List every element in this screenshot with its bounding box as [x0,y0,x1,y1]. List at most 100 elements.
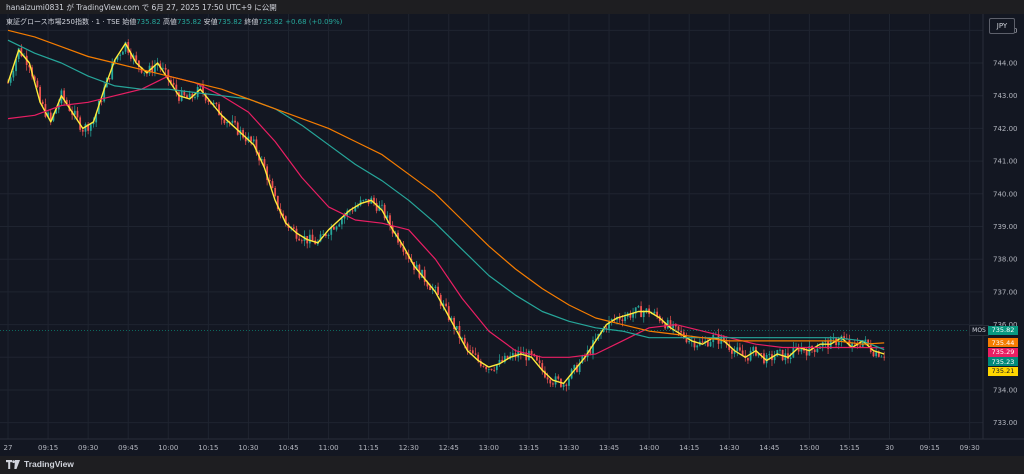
candle-body [816,348,819,352]
candle-body [485,366,488,370]
tradingview-logo[interactable]: TradingView [6,459,74,469]
candle-body [490,368,493,370]
legend-low-label: 安値 [203,18,218,26]
candle-body [223,119,226,124]
x-tick-label: 10:00 [158,444,178,452]
candle-body [327,234,330,236]
candle-body [813,349,816,352]
candle-body [250,136,252,142]
price-label: 735.82 [988,325,1018,335]
candle-body [843,336,845,339]
candle-body [341,218,343,225]
currency-button[interactable]: JPY [989,18,1015,34]
legend-open-label: 始値 [122,18,137,26]
candle-body [362,200,365,201]
candle-body [231,120,234,123]
y-tick-label: 739.00 [993,223,1018,231]
candle-body [143,72,146,74]
candle-body [872,351,875,357]
candle-body [172,82,175,85]
candle-body [546,377,549,380]
candle-body [162,67,164,69]
x-tick-label: 12:45 [439,444,459,452]
chart-legend: 東証グロース市場250指数 · 1 · TSE 始値735.82 高値735.8… [6,17,342,27]
x-tick-label: 09:15 [919,444,939,452]
legend-high-value: 735.82 [176,18,202,26]
y-tick-label: 740.00 [993,190,1018,198]
candle-body [311,234,314,241]
candle-body [121,51,124,55]
candle-body [36,80,39,87]
candle-body [709,342,712,347]
candle-body [637,306,640,308]
y-tick-label: 733.00 [993,419,1018,427]
x-tick-label: 14:15 [679,444,699,452]
candle-body [338,224,341,227]
candle-body [365,199,367,201]
candle-body [696,345,699,348]
price-label: 735.23 [988,357,1018,367]
candle-body [41,101,44,105]
candle-body [332,226,335,230]
x-tick-label: 15:00 [799,444,819,452]
candle-body [76,110,79,118]
candle-body [752,347,755,351]
candle-body [252,139,255,142]
footer-bar: TradingView [0,456,1024,474]
y-tick-label: 734.00 [993,386,1018,394]
candle-body [493,369,496,371]
candle-body [864,339,867,342]
candle-body [300,240,303,242]
candle-body [351,210,354,212]
candle-body [119,54,122,56]
x-tick-label: 10:45 [278,444,298,452]
candle-body [565,384,568,386]
candle-body [274,188,277,196]
candle-body [381,204,383,206]
candle-body [511,353,514,356]
candle-body [739,347,741,351]
candle-body [779,349,781,351]
symbol-tag: MOS [969,325,989,337]
candle-body [226,122,228,124]
candle-body [335,226,338,230]
x-tick-label: 12:30 [399,444,419,452]
candle-body [549,379,552,384]
y-tick-label: 743.00 [993,92,1018,100]
candle-body [653,311,656,314]
x-tick-label: 14:00 [639,444,659,452]
candle-body [568,378,570,386]
price-label: 735.29 [988,347,1018,357]
y-tick-label: 742.00 [993,125,1018,133]
candle-body [215,102,218,105]
candle-body [89,124,92,131]
candle-body [880,356,883,358]
candle-body [538,360,541,364]
y-tick-label: 744.00 [993,60,1018,68]
legend-low-value: 735.82 [217,18,243,26]
candle-body [164,67,167,70]
time-scale[interactable] [0,439,1024,456]
x-tick-label: 09:30 [78,444,98,452]
candle-body [832,338,835,340]
candle-body [234,120,236,123]
candle-body [776,349,779,357]
candle-body [474,353,477,355]
candle-body [308,234,311,244]
candle-body [624,316,626,321]
candle-body [434,286,437,288]
y-tick-label: 737.00 [993,288,1018,296]
candle-body [471,350,474,354]
candle-body [747,357,749,361]
candle-body [557,376,560,379]
candle-body [760,353,763,354]
legend-close-label: 終値 [244,18,259,26]
x-tick-label: 11:15 [359,444,379,452]
candle-body [292,227,295,229]
legend-open-value: 735.82 [136,18,161,26]
candle-body [768,354,771,356]
price-chart[interactable]: 745.00744.00743.00742.00741.00740.00739.… [0,0,1024,456]
candle-body [194,97,196,98]
x-tick-label: 14:45 [759,444,779,452]
x-tick-label: 13:45 [599,444,619,452]
